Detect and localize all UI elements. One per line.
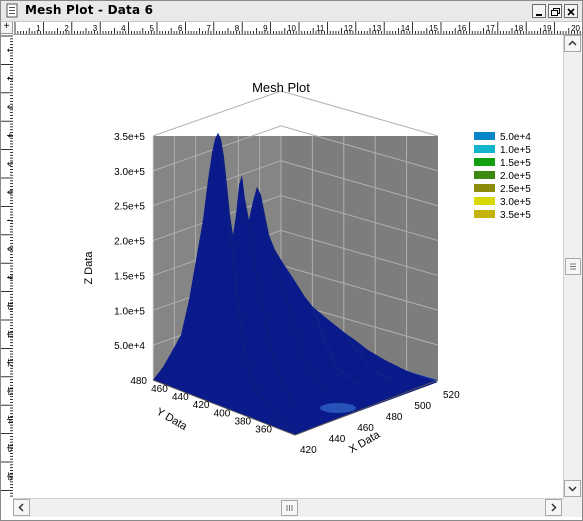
ruler-label: 17 — [486, 24, 495, 33]
document-icon — [6, 3, 18, 18]
restore-icon — [551, 8, 560, 16]
ruler-label: 6 — [178, 24, 183, 33]
ruler-label: 20 — [571, 24, 580, 33]
ruler-label: 10 — [287, 24, 296, 33]
z-axis-label: Z Data — [83, 251, 95, 285]
grip-icon — [570, 263, 576, 270]
ruler-label: 1 — [36, 24, 41, 33]
ruler-label: 13 — [372, 24, 381, 33]
ruler-label: 3 — [93, 24, 98, 33]
surface-bump — [320, 403, 356, 413]
y-tick-label: 440 — [172, 392, 189, 403]
ruler-label: 15 — [429, 24, 438, 33]
grip-icon — [286, 505, 293, 511]
legend-swatch — [474, 158, 495, 166]
y-axis-label: Y Data — [154, 406, 190, 434]
legend-label: 5.0e+4 — [500, 132, 531, 143]
horizontal-scroll-thumb[interactable] — [281, 500, 298, 516]
z-tick-label: 1.5e+5 — [114, 271, 145, 282]
ruler-label: 9 — [263, 24, 268, 33]
x-tick-label: 420 — [300, 445, 317, 456]
arrow-left-icon — [18, 503, 24, 512]
vertical-scroll-thumb[interactable] — [565, 258, 581, 275]
vertical-scrollbar[interactable] — [563, 35, 582, 498]
legend-label: 2.5e+5 — [500, 184, 531, 195]
close-button[interactable] — [564, 4, 578, 18]
x-tick-label: 520 — [443, 390, 460, 401]
z-tick-label: 1.0e+5 — [114, 306, 145, 317]
z-tick-label: 3.5e+5 — [114, 132, 145, 143]
ruler-label: 19 — [543, 24, 552, 33]
legend-swatch — [474, 171, 495, 179]
ruler-label: 5 — [150, 24, 155, 33]
ruler-label: 8 — [235, 24, 240, 33]
legend-label: 2.0e+5 — [500, 171, 531, 182]
x-tick-label: 480 — [386, 412, 403, 423]
mesh-plot: Mesh Plot 5.0e+4 1.0e+5 1.5e+5 2.0e+5 2.5e+5… — [83, 80, 531, 456]
y-tick-label: 420 — [193, 400, 210, 411]
legend-swatch — [474, 210, 495, 218]
z-tick-labels: 5.0e+4 1.0e+5 1.5e+5 2.0e+5 2.5e+5 3.0e+5 3.5e… — [114, 132, 145, 352]
y-tick-label: 380 — [234, 416, 251, 427]
y-tick-label: 400 — [214, 408, 231, 419]
y-tick-label: 360 — [255, 424, 272, 435]
ruler-corner: + — [1, 22, 13, 34]
size-grip[interactable] — [563, 498, 582, 517]
window-title: Mesh Plot - Data 6 — [25, 3, 154, 17]
horizontal-scrollbar[interactable] — [13, 498, 563, 517]
z-tick-label: 2.5e+5 — [114, 202, 145, 213]
mesh-plot-window: Mesh Plot - Data 6 + 1 2 3 4 5 6 7 8 9 10 11 12 13 14… — [0, 0, 583, 521]
minimize-icon — [536, 14, 542, 16]
plot-canvas: Mesh Plot 5.0e+4 1.0e+5 1.5e+5 2.0e+5 2.5e+5… — [13, 35, 563, 498]
arrow-right-icon — [551, 503, 557, 512]
z-tick-label: 5.0e+4 — [114, 341, 145, 352]
scroll-up-button[interactable] — [564, 35, 581, 52]
legend-label: 1.5e+5 — [500, 158, 531, 169]
legend-swatch — [474, 184, 495, 192]
chart-title: Mesh Plot — [252, 80, 310, 95]
arrow-down-icon — [568, 486, 577, 492]
ruler-label: 16 — [457, 24, 466, 33]
scroll-down-button[interactable] — [564, 480, 581, 497]
legend-swatch — [474, 197, 495, 205]
grid-line — [280, 90, 439, 137]
z-tick-label: 3.0e+5 — [114, 167, 145, 178]
grid-line — [152, 90, 282, 137]
ruler-label: 18 — [514, 24, 523, 33]
ruler-label: 11 — [316, 24, 325, 33]
ruler-label: 7 — [206, 24, 211, 33]
scroll-left-button[interactable] — [13, 499, 30, 516]
maximize-button[interactable] — [548, 4, 562, 18]
ruler-label: 14 — [401, 24, 410, 33]
minimize-button[interactable] — [532, 4, 546, 18]
title-bar[interactable]: Mesh Plot - Data 6 — [1, 1, 582, 22]
scroll-right-button[interactable] — [545, 499, 562, 516]
close-icon — [567, 8, 575, 16]
legend-label: 1.0e+5 — [500, 145, 531, 156]
ruler-label: 2 — [64, 24, 69, 33]
legend: 5.0e+4 1.0e+5 1.5e+5 2.0e+5 2.5e+5 3.0e+5 3.5e… — [474, 132, 531, 221]
legend-swatch — [474, 145, 495, 153]
y-tick-label: 460 — [151, 384, 168, 395]
x-tick-label: 440 — [329, 434, 346, 445]
legend-swatch — [474, 132, 495, 140]
ruler-label: 4 — [121, 24, 126, 33]
z-tick-label: 2.0e+5 — [114, 237, 145, 248]
legend-label: 3.5e+5 — [500, 210, 531, 221]
ruler-label: 12 — [344, 24, 353, 33]
horizontal-ruler: 1 2 3 4 5 6 7 8 9 10 11 12 13 14 15 16 17 18 19 20 — [13, 22, 582, 35]
x-tick-label: 500 — [414, 401, 431, 412]
y-tick-label: 480 — [130, 376, 147, 387]
arrow-up-icon — [568, 40, 577, 46]
legend-label: 3.0e+5 — [500, 197, 531, 208]
